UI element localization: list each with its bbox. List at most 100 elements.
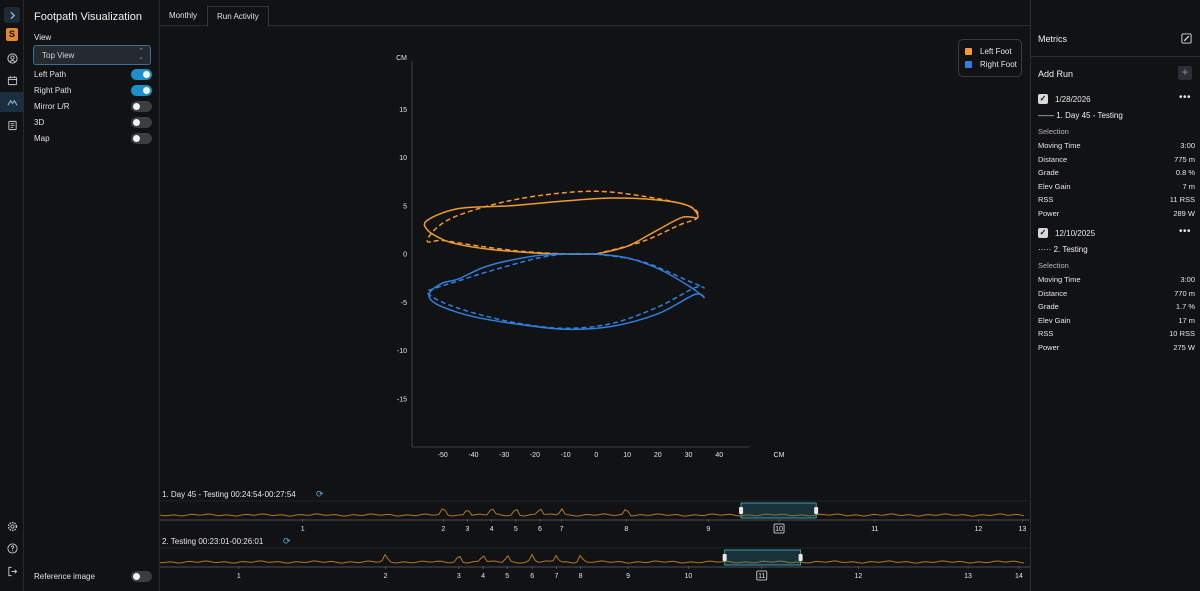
more-options-icon[interactable]: ••• — [1179, 226, 1191, 237]
chevron-right-icon[interactable] — [4, 7, 20, 23]
marker-label[interactable]: 2 — [441, 526, 445, 533]
reference-image-row: Reference image — [34, 571, 152, 583]
marker-label[interactable]: 6 — [530, 573, 534, 580]
pace-trace — [160, 553, 1025, 564]
metric-row: Grade 1.7 % — [1038, 302, 1195, 312]
marker-label[interactable]: 4 — [481, 573, 485, 580]
marker-label[interactable]: 14 — [1015, 573, 1023, 580]
help-icon[interactable] — [4, 540, 20, 556]
y-tick-label: -15 — [397, 396, 407, 403]
marker-label[interactable]: 10 — [775, 526, 783, 533]
window-left-handle[interactable] — [739, 507, 744, 514]
sync-icon[interactable]: ⟳ — [283, 537, 293, 547]
logout-icon[interactable] — [4, 563, 20, 579]
metric-row: Elev Gain 17 m — [1038, 316, 1195, 326]
logo-s-icon[interactable]: S — [4, 26, 20, 42]
metric-value: 11 RSS — [1169, 195, 1195, 205]
user-circle-icon[interactable] — [4, 50, 20, 66]
metric-key: Moving Time — [1038, 141, 1081, 150]
marker-label[interactable]: 3 — [457, 573, 461, 580]
option-toggle[interactable] — [131, 117, 152, 128]
marker-label[interactable]: 11 — [871, 526, 878, 533]
y-tick-label: 15 — [399, 107, 407, 114]
marker-label[interactable]: 9 — [706, 526, 710, 533]
marker-label[interactable]: 1 — [301, 526, 305, 533]
run-checkbox[interactable]: ✓ — [1038, 228, 1048, 238]
legend-swatch-right-foot — [965, 61, 972, 68]
run-timeline-2[interactable]: 1 2 3 4 5 6 7 8 9 10 11 12 13 14 2. Testing 00:23:01-… — [160, 537, 1030, 585]
marker-label[interactable]: 9 — [626, 573, 630, 580]
metric-value: 0.8 % — [1175, 168, 1195, 178]
run-checkbox[interactable]: ✓ — [1038, 94, 1048, 104]
marker-label[interactable]: 2 — [384, 573, 388, 580]
settings-icon[interactable] — [4, 518, 20, 534]
reference-image-toggle[interactable] — [131, 571, 152, 582]
tab-bar: Monthly Run Activity — [160, 4, 1030, 27]
footpath-chart: 15 10 5 0 -5 -10 -15 CM -50 -40 -30 -20 -10 0 10 20 30 40… — [160, 27, 1030, 487]
metric-value: 7 m — [1182, 181, 1195, 191]
option-row: 3D — [34, 117, 152, 129]
option-toggle[interactable] — [131, 101, 152, 112]
option-toggle[interactable] — [131, 85, 152, 96]
selection-window[interactable] — [724, 549, 802, 566]
metric-value: 1.7 % — [1175, 302, 1195, 312]
run-timeline-1[interactable]: 1 2 3 4 5 6 7 8 9 10 11 12 13 1. Day 45 - Testing 00… — [160, 490, 1030, 538]
toggle-knob — [133, 135, 140, 142]
marker-label[interactable]: 13 — [1019, 526, 1027, 533]
marker-label[interactable]: 8 — [624, 526, 628, 533]
footpath-icon[interactable] — [4, 94, 20, 110]
page-title: Footpath Visualization — [34, 11, 143, 23]
legend-swatch-left-foot — [965, 48, 972, 55]
timeline-rail — [160, 519, 1030, 521]
x-tick-label: -50 — [438, 452, 448, 459]
metric-key: RSS — [1038, 195, 1054, 205]
marker-label[interactable]: 3 — [466, 526, 470, 533]
run-name-row: —— 1. Day 45 - Testing — [1038, 111, 1123, 120]
toggle-knob — [143, 71, 150, 78]
marker-label[interactable]: 7 — [560, 526, 564, 533]
marker-label[interactable]: 5 — [514, 526, 518, 533]
option-toggle[interactable] — [131, 133, 152, 144]
marker-label[interactable]: 8 — [579, 573, 583, 580]
metric-key: Distance — [1038, 288, 1068, 298]
timeline-title: 1. Day 45 - Testing 00:24:54-00:27:54 — [162, 490, 296, 499]
calendar-icon[interactable] — [4, 72, 20, 88]
metric-key: Elev Gain — [1038, 181, 1071, 191]
metric-key: Grade — [1038, 302, 1059, 312]
metric-value: 275 W — [1173, 343, 1195, 352]
right-foot-dashed-path — [426, 252, 705, 330]
marker-label[interactable]: 11 — [758, 573, 765, 580]
notebook-icon[interactable] — [4, 117, 20, 133]
tab-run-activity[interactable]: Run Activity — [207, 6, 269, 27]
more-options-icon[interactable]: ••• — [1179, 92, 1191, 103]
window-left-handle[interactable] — [722, 554, 727, 561]
marker-label[interactable]: 1 — [237, 573, 241, 580]
window-right-handle[interactable] — [798, 554, 803, 561]
tab-monthly[interactable]: Monthly — [160, 6, 206, 27]
marker-label[interactable]: 10 — [685, 573, 693, 580]
metric-key: RSS — [1038, 329, 1054, 339]
marker-label[interactable]: 5 — [505, 573, 509, 580]
x-tick-label: -10 — [561, 452, 571, 459]
metric-value: 289 W — [1173, 209, 1195, 218]
run-name: 1. Day 45 - Testing — [1056, 111, 1123, 120]
dotted-line-icon: ····· — [1038, 245, 1052, 254]
view-select[interactable]: Top View ⌃ ⌄ — [33, 45, 151, 65]
marker-label[interactable]: 7 — [554, 573, 558, 580]
option-toggle[interactable] — [131, 69, 152, 80]
marker-label[interactable]: 12 — [855, 573, 863, 580]
marker-label[interactable]: 6 — [538, 526, 542, 533]
add-run-button[interactable]: + — [1178, 66, 1192, 80]
marker-label[interactable]: 12 — [974, 526, 982, 533]
chart-legend: Left Foot Right Foot — [958, 39, 1022, 77]
x-tick-label: -40 — [468, 452, 478, 459]
x-tick-label: 20 — [654, 452, 662, 459]
window-right-handle[interactable] — [814, 507, 819, 514]
metric-value: 775 m — [1174, 154, 1195, 164]
sync-icon[interactable]: ⟳ — [316, 490, 326, 500]
edit-icon[interactable] — [1181, 33, 1192, 44]
selection-window[interactable] — [740, 502, 817, 519]
marker-label[interactable]: 4 — [490, 526, 494, 533]
marker-label[interactable]: 13 — [964, 573, 972, 580]
visualization-settings-panel: Footpath Visualization View Top View ⌃ ⌄ … — [24, 0, 160, 591]
